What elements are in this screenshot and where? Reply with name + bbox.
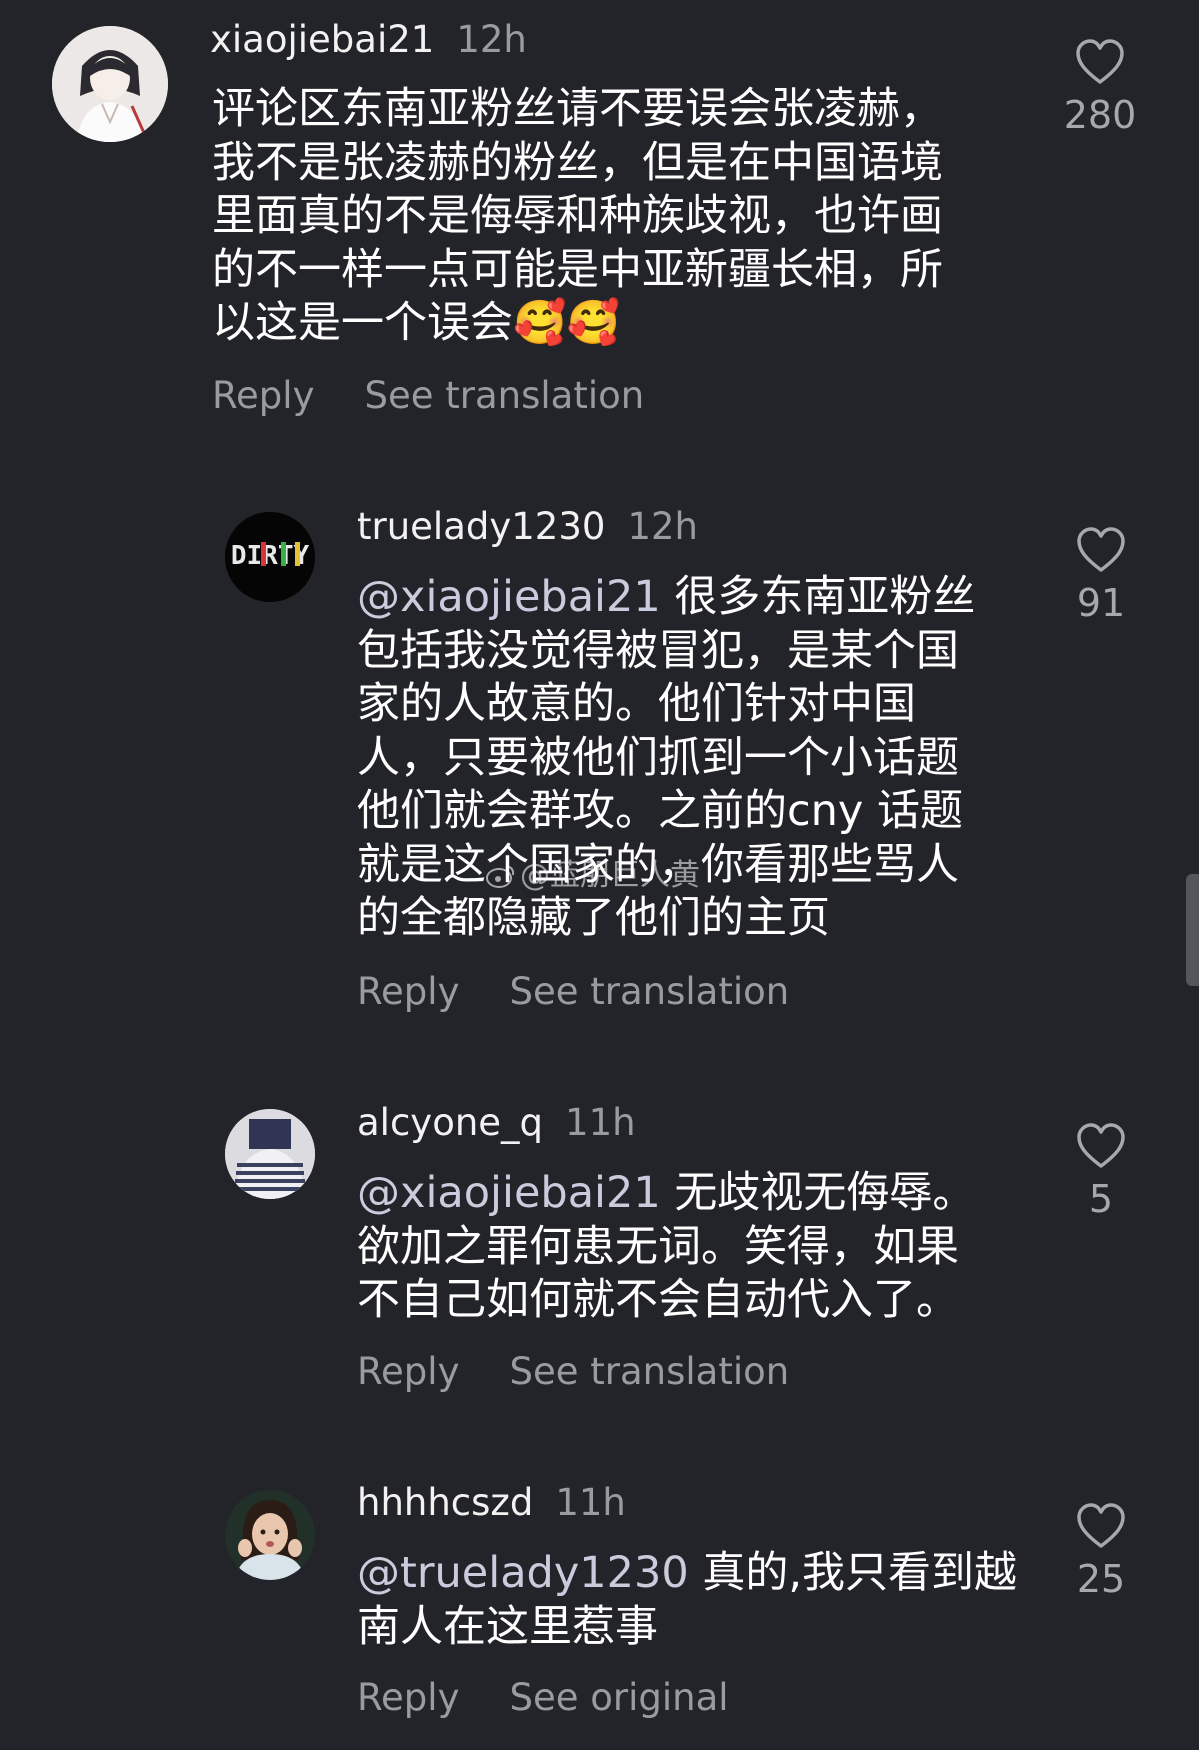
watermark-text: @蓝朋巨人黄 — [520, 858, 700, 893]
like-count: 91 — [1076, 581, 1126, 625]
like-button[interactable]: 25 — [1041, 1502, 1161, 1602]
reply-button[interactable]: Reply — [357, 970, 459, 1013]
comment-actions: Reply See translation — [212, 374, 644, 418]
comment-meta: truelady1230 12h — [357, 505, 698, 549]
username[interactable]: alcyone_q — [357, 1101, 543, 1144]
comment-meta: hhhhcszd 11h — [357, 1481, 626, 1525]
see-translation-button[interactable]: See translation — [509, 970, 789, 1013]
avatar[interactable] — [225, 1490, 315, 1580]
avatar[interactable]: DIRTY — [225, 512, 315, 602]
timestamp: 11h — [565, 1101, 636, 1144]
like-count: 5 — [1088, 1177, 1114, 1221]
like-button[interactable]: 91 — [1041, 526, 1161, 626]
mention-link[interactable]: @xiaojiebai21 — [357, 1168, 661, 1218]
see-translation-button[interactable]: See translation — [364, 374, 644, 417]
see-translation-button[interactable]: See translation — [509, 1350, 789, 1393]
scrollbar[interactable] — [1186, 874, 1199, 986]
heart-outline-icon — [1076, 39, 1124, 84]
timestamp: 12h — [456, 18, 527, 61]
mention-link[interactable]: @truelady1230 — [357, 1548, 689, 1598]
like-button[interactable]: 5 — [1041, 1122, 1161, 1222]
heart-outline-icon — [1077, 1503, 1125, 1548]
comment-meta: xiaojiebai21 12h — [210, 18, 527, 62]
comment-actions: Reply See original — [357, 1676, 729, 1720]
comment-meta: alcyone_q 11h — [357, 1101, 636, 1145]
reply-button[interactable]: Reply — [212, 374, 314, 417]
weibo-logo-icon — [486, 862, 516, 888]
timestamp: 11h — [555, 1481, 626, 1524]
like-count: 280 — [1063, 93, 1137, 137]
username[interactable]: hhhhcszd — [357, 1481, 533, 1524]
heart-outline-icon — [1077, 1123, 1125, 1168]
comment-text: 评论区东南亚粉丝请不要误会张凌赫， 我不是张凌赫的粉丝，但是在中国语境 里面真的… — [212, 84, 943, 348]
watermark: @蓝朋巨人黄 — [486, 858, 700, 894]
like-count: 25 — [1076, 1557, 1126, 1601]
avatar[interactable] — [52, 26, 168, 142]
reply-button[interactable]: Reply — [357, 1676, 459, 1719]
see-original-button[interactable]: See original — [509, 1676, 728, 1719]
comment-actions: Reply See translation — [357, 970, 789, 1014]
like-button[interactable]: 280 — [1040, 38, 1160, 138]
timestamp: 12h — [627, 505, 698, 548]
comment-text: @xiaojiebai21 无歧视无侮辱。 欲加之罪何患无词。笑得，如果 不自己… — [357, 1167, 1017, 1328]
comment-text: @truelady1230 真的,我只看到越 南人在这里惹事 — [357, 1547, 1037, 1654]
mention-link[interactable]: @xiaojiebai21 — [357, 572, 661, 622]
comment-actions: Reply See translation — [357, 1350, 789, 1394]
username[interactable]: truelady1230 — [357, 505, 605, 548]
username[interactable]: xiaojiebai21 — [210, 18, 434, 61]
reply-button[interactable]: Reply — [357, 1350, 459, 1393]
avatar[interactable] — [225, 1109, 315, 1199]
heart-outline-icon — [1077, 527, 1125, 572]
